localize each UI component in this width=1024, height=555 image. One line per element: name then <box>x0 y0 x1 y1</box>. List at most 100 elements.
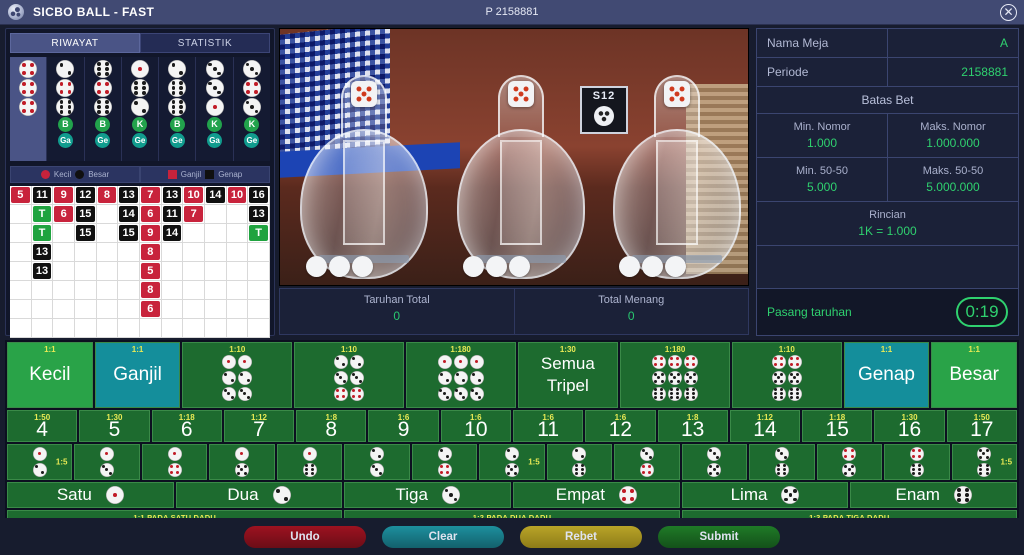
bet-cell-total-14[interactable]: 1:12 14 <box>729 410 801 442</box>
bet-cell-genap[interactable]: 1:1 Genap <box>843 342 930 408</box>
die-3-icon <box>437 387 452 401</box>
roadmap-cell <box>118 300 140 319</box>
dice-line <box>370 447 385 461</box>
odds-label: 1:10 <box>778 345 795 354</box>
history-badge: Ga <box>207 133 223 148</box>
roadmap-cell <box>161 319 184 338</box>
history-badge: Ge <box>244 133 260 148</box>
bet-cell-total-7[interactable]: 1:12 7 <box>223 410 295 442</box>
bet-cell-pair-1[interactable]: 1:10 <box>182 342 293 408</box>
legend-label: Ganjil <box>180 170 202 179</box>
bet-cell-pair-4[interactable]: 1:10 <box>731 342 842 408</box>
dice-line <box>771 371 802 385</box>
bet-cell-kecil[interactable]: 1:1 Kecil <box>7 342 93 408</box>
close-icon[interactable]: ✕ <box>1000 4 1017 21</box>
info-panel: Nama Meja A Periode 2158881 Batas Bet Mi… <box>756 28 1019 336</box>
bet-cell-total-15[interactable]: 1:18 15 <box>802 410 873 442</box>
die-4-icon <box>56 79 75 97</box>
bet-cell-combo-1-4[interactable] <box>141 444 208 480</box>
live-video-feed[interactable]: S12 <box>279 28 749 286</box>
bet-cell-label: Satu <box>56 485 92 504</box>
bet-cell-combo-2-4[interactable] <box>411 444 478 480</box>
bet-cell-total-17[interactable]: 1:50 17 <box>946 410 1017 442</box>
clear-button[interactable]: Clear <box>382 525 504 548</box>
bet-cell-combo-1-5[interactable] <box>209 444 275 480</box>
bet-cell-combo-1-6[interactable] <box>276 444 343 480</box>
die-4-icon <box>19 98 38 116</box>
bet-cell-total-9[interactable]: 1:6 9 <box>368 410 439 442</box>
bet-cell-combo-1-3[interactable] <box>74 444 140 480</box>
dice-line <box>167 463 182 477</box>
bet-cell-besar[interactable]: 1:1 Besar <box>931 342 1018 408</box>
bet-cell-single-dua[interactable]: Dua <box>175 482 343 508</box>
bet-cell-ganjil[interactable]: 1:1 Ganjil <box>94 342 181 408</box>
roadmap-cell <box>74 319 97 338</box>
bet-cell-single-satu[interactable]: Satu <box>7 482 174 508</box>
roadmap-cell: T <box>31 205 54 224</box>
odds-label: 1:6 <box>470 413 482 422</box>
roadmap-cell <box>248 300 270 319</box>
bet-cell-combo-4-6[interactable] <box>884 444 950 480</box>
bet-cell-semua-tripel[interactable]: 1:30 Semua Tripel <box>517 342 619 408</box>
bet-cell-combo-4-5[interactable] <box>816 444 883 480</box>
roadmap-chip: 14 <box>119 206 138 222</box>
bet-cell-total-16[interactable]: 1:30 16 <box>874 410 945 442</box>
odds-label: 1:180 <box>664 345 686 354</box>
bet-cell-single-empat[interactable]: Empat <box>513 482 680 508</box>
die-3-icon <box>242 60 261 78</box>
roadmap-cell <box>10 319 32 338</box>
bet-cell-combo-3-4[interactable] <box>614 444 680 480</box>
roadmap-cell <box>10 224 32 243</box>
roadmap-cell: 8 <box>139 281 162 300</box>
bet-cell-total-13[interactable]: 1:8 13 <box>657 410 728 442</box>
roadmap-chip: 15 <box>119 225 138 241</box>
roadmap-chip: 5 <box>140 263 160 279</box>
tab-riwayat[interactable]: RIWAYAT <box>10 33 140 53</box>
bet-cell-combo-3-6[interactable] <box>749 444 815 480</box>
bet-cell-total-5[interactable]: 1:30 5 <box>79 410 150 442</box>
bet-cell-combo-2-3[interactable] <box>344 444 410 480</box>
bet-cell-total-8[interactable]: 1:8 8 <box>296 410 367 442</box>
bet-cell-total-10[interactable]: 1:6 10 <box>440 410 511 442</box>
bet-cell-single-lima[interactable]: Lima <box>681 482 849 508</box>
bet-cell-single-tiga[interactable]: Tiga <box>344 482 512 508</box>
die-5-icon <box>771 371 786 385</box>
die-5-icon <box>842 463 857 477</box>
bet-cell-combo-5-6[interactable]: 1:5 <box>951 444 1018 480</box>
die-6-icon <box>771 387 786 401</box>
bet-row-combos: 1:5 1:5 1:5 <box>7 444 1018 480</box>
bet-cell-combo-2-6[interactable] <box>546 444 613 480</box>
die-4-icon <box>349 387 364 401</box>
dice-line <box>222 355 253 369</box>
bet-cell-combo-3-5[interactable] <box>681 444 748 480</box>
die-1-icon <box>235 447 250 461</box>
die-3-icon <box>774 447 789 461</box>
bet-cell-total-4[interactable]: 1:50 4 <box>7 410 78 442</box>
bet-cell-total-11[interactable]: 1:6 11 <box>512 410 584 442</box>
roadmap-cell <box>31 281 54 300</box>
bet-cell-triple-1[interactable]: 1:180 <box>405 342 516 408</box>
bet-cell-total-12[interactable]: 1:6 12 <box>585 410 656 442</box>
roadmap-cell <box>204 224 227 243</box>
bet-cell-total-6[interactable]: 1:18 6 <box>151 410 222 442</box>
tab-statistik[interactable]: STATISTIK <box>140 33 270 53</box>
odds-label: 1:12 <box>250 413 267 422</box>
bet-cell-combo-1-2[interactable]: 1:5 <box>7 444 73 480</box>
dice-line <box>909 463 924 477</box>
bet-cell-single-enam[interactable]: Enam <box>850 482 1018 508</box>
bet-cell-pair-2[interactable]: 1:10 <box>294 342 404 408</box>
roadmap-chip: 9 <box>54 187 73 203</box>
undo-button[interactable]: Undo <box>244 525 366 548</box>
roadmap-cell: 10 <box>226 186 249 205</box>
bet-limit-label: Maks. Nomor <box>920 121 986 133</box>
submit-button[interactable]: Submit <box>658 525 780 548</box>
roadmap-cell: 7 <box>183 205 205 224</box>
roadmap-cell <box>10 262 32 281</box>
single-wrap: Tiga <box>345 485 510 505</box>
bet-cell-triple-4[interactable]: 1:180 <box>620 342 730 408</box>
roadmap-cell: 14 <box>204 186 227 205</box>
rebet-button[interactable]: Rebet <box>520 525 642 548</box>
roadmap-cell <box>226 262 249 281</box>
bet-cell-combo-2-5[interactable]: 1:5 <box>479 444 545 480</box>
history-badge: K <box>132 117 148 132</box>
